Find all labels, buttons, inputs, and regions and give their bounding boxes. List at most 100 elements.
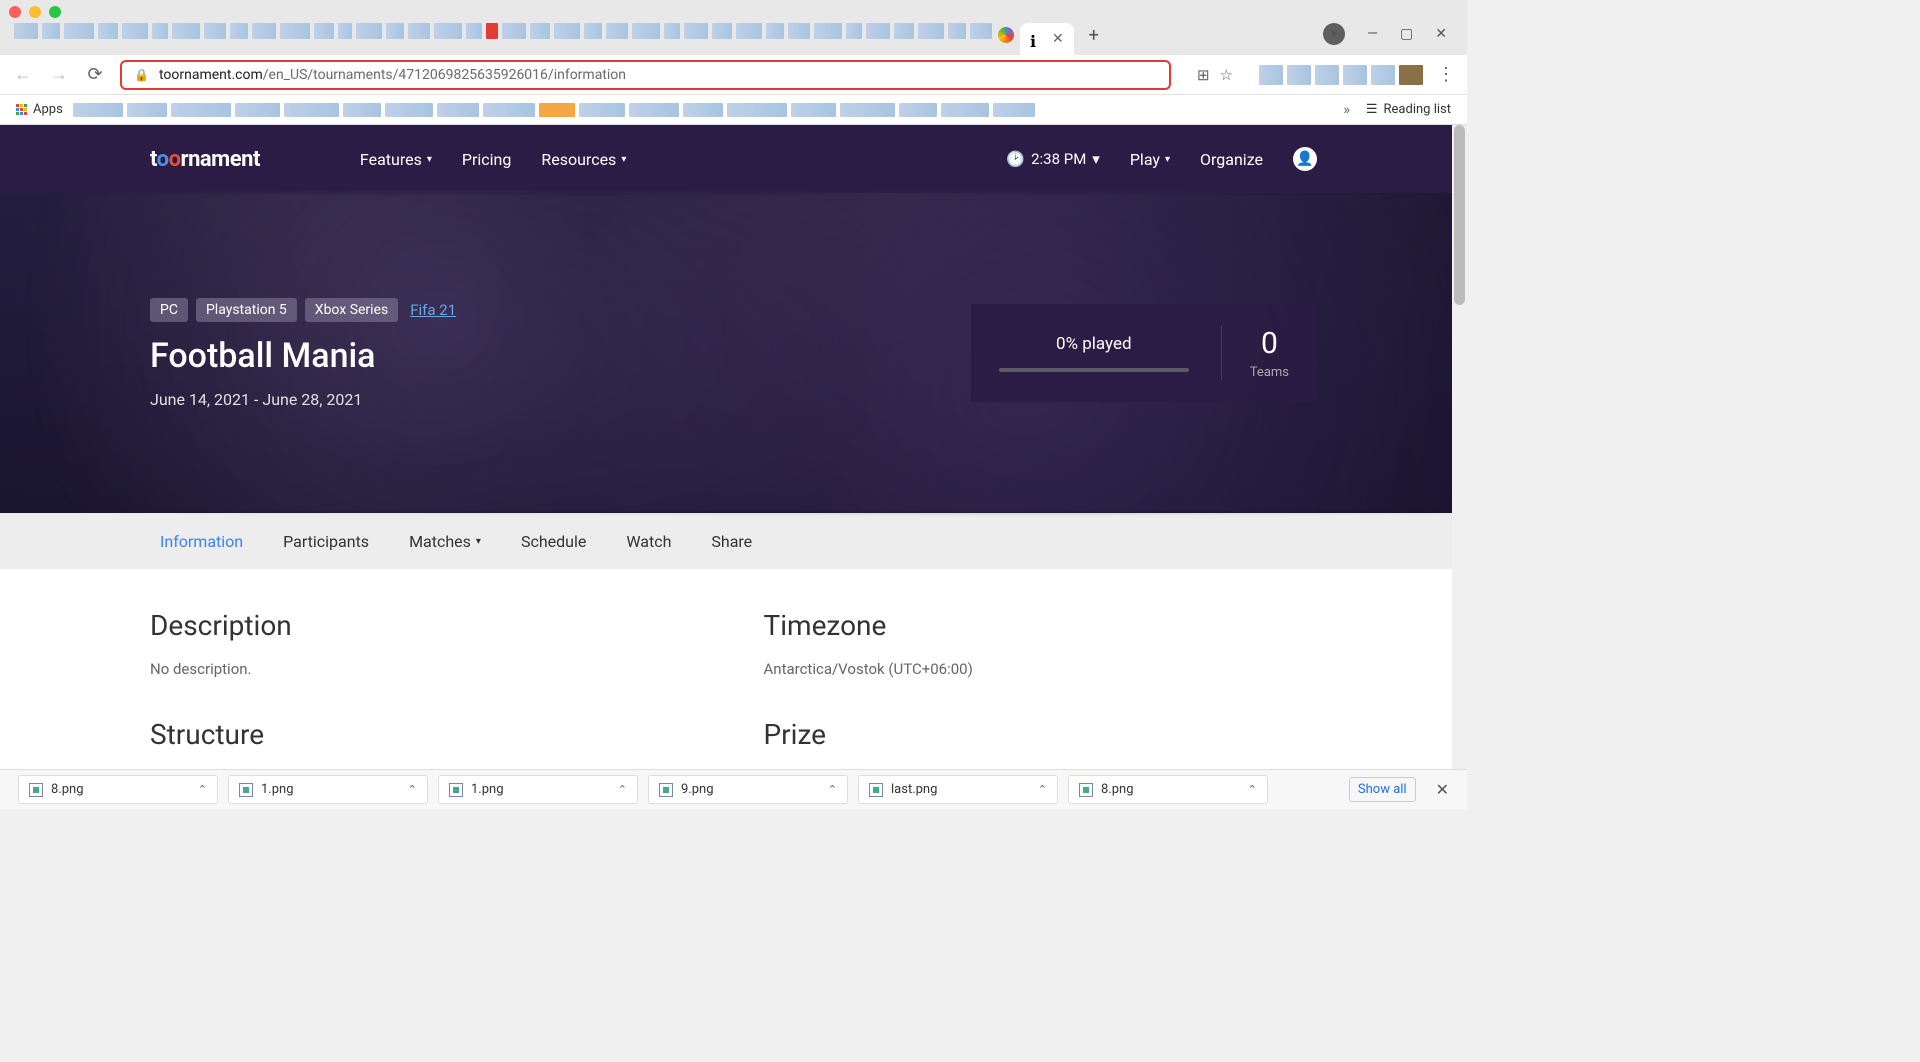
reading-list[interactable]: ☰ Reading list — [1366, 102, 1451, 117]
subnav-share[interactable]: Share — [711, 532, 752, 551]
close-tab[interactable]: ✕ — [1052, 31, 1064, 47]
chevron-up-icon[interactable]: ⌃ — [408, 783, 417, 796]
nav-clock[interactable]: 🕑2:38 PM▾ — [1006, 150, 1099, 168]
url-path: /en_US/tournaments/4712069825635926016/i… — [263, 67, 626, 83]
chevron-down-icon: ▾ — [427, 154, 432, 165]
chevron-up-icon[interactable]: ⌃ — [1248, 783, 1257, 796]
close[interactable]: ✕ — [1435, 26, 1447, 42]
subnav-matches[interactable]: Matches▾ — [409, 532, 481, 551]
search-tabs[interactable]: ▾ — [1323, 23, 1345, 45]
game-link[interactable]: Fifa 21 — [410, 301, 456, 319]
lock-icon[interactable]: 🔒 — [134, 68, 149, 82]
chevron-up-icon[interactable]: ⌃ — [1038, 783, 1047, 796]
tabs-blurred — [14, 17, 992, 45]
nav-resources[interactable]: Resources▾ — [541, 150, 626, 169]
extensions-blurred — [1259, 65, 1423, 85]
progress-bar — [999, 368, 1189, 372]
image-file-icon — [449, 783, 463, 797]
subnav-information[interactable]: Information — [160, 532, 243, 551]
chevron-up-icon[interactable]: ⌃ — [198, 783, 207, 796]
clock-icon: 🕑 — [1006, 150, 1025, 168]
structure-heading: Structure — [150, 718, 704, 751]
apps-button[interactable]: Apps — [16, 102, 63, 117]
badge-ps5: Playstation 5 — [196, 298, 297, 322]
sub-nav: Information Participants Matches▾ Schedu… — [0, 513, 1467, 569]
download-item[interactable]: 1.png⌃ — [438, 775, 638, 804]
subnav-participants[interactable]: Participants — [283, 532, 369, 551]
image-file-icon — [1079, 783, 1093, 797]
image-file-icon — [239, 783, 253, 797]
download-item[interactable]: 9.png⌃ — [648, 775, 848, 804]
teams-label: Teams — [1250, 365, 1289, 380]
platform-badges: PC Playstation 5 Xbox Series Fifa 21 — [150, 298, 456, 322]
image-file-icon — [659, 783, 673, 797]
translate-icon[interactable]: ⊞ — [1197, 66, 1210, 84]
active-tab[interactable]: ℹ ✕ — [1020, 23, 1074, 55]
tab-strip: ℹ ✕ + ▾ — ▢ ✕ — [0, 0, 1467, 55]
url-actions: ⊞ ☆ — [1185, 60, 1245, 90]
chevron-down-icon: ▾ — [621, 154, 626, 165]
tab-favicon: ℹ — [1030, 32, 1044, 46]
download-item[interactable]: 8.png⌃ — [18, 775, 218, 804]
stats-box: 0% played 0 Teams — [971, 304, 1317, 402]
bookmarks-blurred — [73, 103, 1334, 117]
reading-list-label: Reading list — [1384, 102, 1451, 117]
chrome-window-controls: ▾ — ▢ ✕ — [1323, 23, 1457, 45]
chevron-down-icon: ▾ — [476, 536, 481, 547]
chevron-up-icon[interactable]: ⌃ — [828, 783, 837, 796]
tournament-dates: June 14, 2021 - June 28, 2021 — [150, 390, 456, 409]
url-text: toornament.com/en_US/tournaments/4712069… — [159, 67, 1157, 83]
prize-heading: Prize — [764, 718, 1318, 751]
site-logo[interactable]: toornament — [150, 147, 260, 172]
tournament-title: Football Mania — [150, 336, 456, 376]
minimize-window[interactable] — [29, 6, 41, 18]
close-window[interactable] — [9, 6, 21, 18]
url-box[interactable]: 🔒 toornament.com/en_US/tournaments/47120… — [120, 60, 1171, 90]
teams-count: 0 — [1250, 326, 1289, 361]
forward-button[interactable]: → — [48, 64, 70, 86]
played-label: 0% played — [999, 334, 1189, 354]
new-tab[interactable]: + — [1080, 21, 1108, 49]
nav-organize[interactable]: Organize — [1200, 150, 1263, 169]
download-item[interactable]: 1.png⌃ — [228, 775, 428, 804]
apps-label: Apps — [33, 102, 63, 117]
nav-pricing[interactable]: Pricing — [462, 150, 512, 169]
info-content: Description No description. Timezone Ant… — [0, 569, 1467, 769]
close-downloads-bar[interactable]: ✕ — [1436, 780, 1449, 799]
minimize[interactable]: — — [1367, 26, 1378, 42]
chevron-down-icon: ▾ — [1165, 154, 1170, 165]
bookmarks-overflow[interactable]: » — [1343, 102, 1350, 118]
download-item[interactable]: 8.png⌃ — [1068, 775, 1268, 804]
timezone-heading: Timezone — [764, 609, 1318, 642]
download-item[interactable]: last.png⌃ — [858, 775, 1058, 804]
hero: PC Playstation 5 Xbox Series Fifa 21 Foo… — [0, 193, 1467, 513]
prize-section: Prize — [764, 718, 1318, 769]
back-button[interactable]: ← — [12, 64, 34, 86]
reload-button[interactable]: ⟳ — [84, 64, 106, 86]
description-heading: Description — [150, 609, 704, 642]
show-all-downloads[interactable]: Show all — [1349, 777, 1416, 802]
image-file-icon — [869, 783, 883, 797]
scrollbar-thumb[interactable] — [1454, 125, 1465, 305]
star-icon[interactable]: ☆ — [1220, 66, 1233, 84]
address-bar: ← → ⟳ 🔒 toornament.com/en_US/tournaments… — [0, 55, 1467, 95]
nav-features[interactable]: Features▾ — [360, 150, 432, 169]
timezone-value: Antarctica/Vostok (UTC+06:00) — [764, 660, 1318, 678]
chevron-up-icon[interactable]: ⌃ — [618, 783, 627, 796]
image-file-icon — [29, 783, 43, 797]
maximize-window[interactable] — [49, 6, 61, 18]
window-controls — [9, 6, 61, 18]
subnav-watch[interactable]: Watch — [626, 532, 671, 551]
chrome-menu[interactable]: ⋮ — [1437, 64, 1455, 85]
badge-xbox: Xbox Series — [305, 298, 398, 322]
subnav-schedule[interactable]: Schedule — [521, 532, 586, 551]
bookmarks-bar: Apps » ☰ Reading list — [0, 95, 1467, 125]
nav-play[interactable]: Play▾ — [1130, 150, 1170, 169]
tab-favicon-blurred — [998, 27, 1014, 43]
avatar[interactable]: 👤 — [1293, 147, 1317, 171]
badge-pc: PC — [150, 298, 188, 322]
maximize[interactable]: ▢ — [1400, 26, 1413, 42]
site-topnav: toornament Features▾ Pricing Resources▾ … — [0, 125, 1467, 193]
description-value: No description. — [150, 660, 704, 678]
vertical-scrollbar[interactable] — [1452, 125, 1467, 769]
